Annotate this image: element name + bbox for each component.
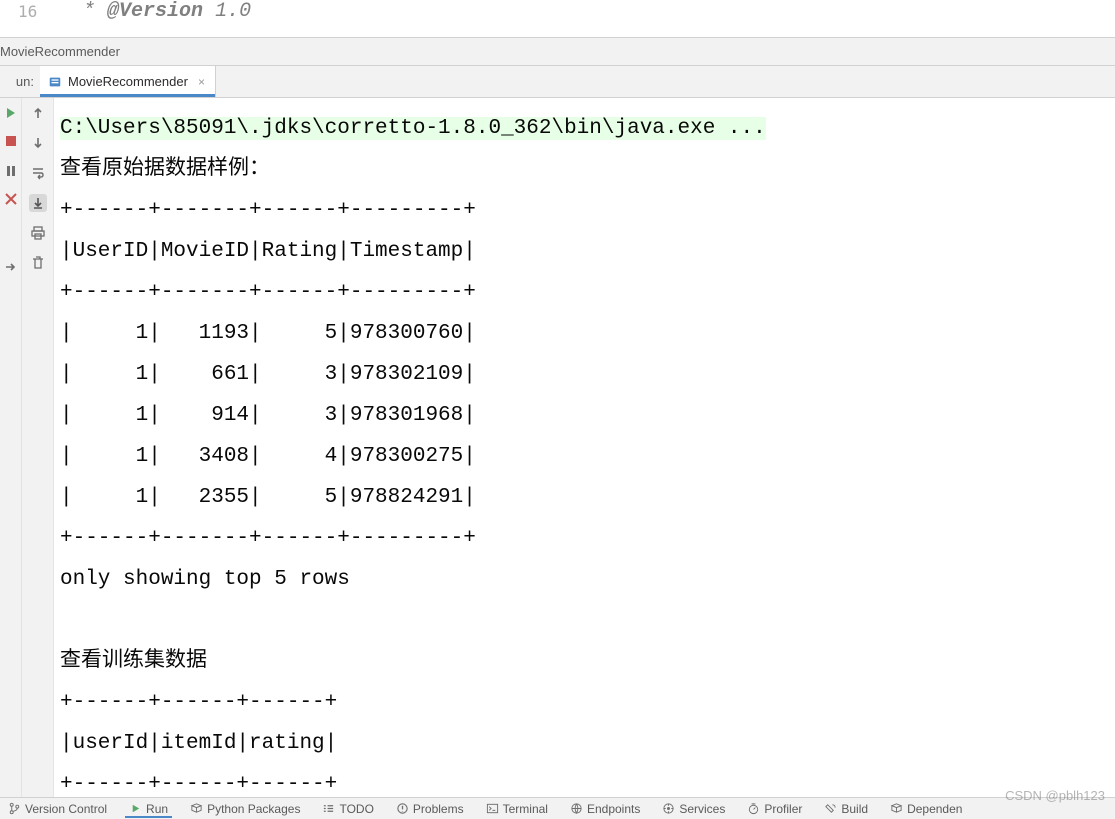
console-text: only showing top 5 rows — [60, 568, 350, 591]
command-line: C:\Users\85091\.jdks\corretto-1.8.0_362\… — [60, 117, 766, 140]
table-row: | 1| 661| 3|978302109| — [60, 363, 476, 386]
console-output[interactable]: C:\Users\85091\.jdks\corretto-1.8.0_362\… — [54, 98, 1115, 797]
breadcrumb-item[interactable]: MovieRecommender — [0, 44, 120, 59]
tab-services[interactable]: Services — [658, 802, 729, 816]
table-border: +------+------+------+ — [60, 691, 337, 714]
up-arrow-icon[interactable] — [29, 104, 47, 122]
bottom-tool-bar: Version Control Run Python Packages TODO… — [0, 797, 1115, 819]
table-row: | 1| 914| 3|978301968| — [60, 404, 476, 427]
play-icon — [129, 802, 142, 815]
tab-profiler[interactable]: Profiler — [743, 802, 806, 816]
endpoints-icon — [570, 802, 583, 815]
step-icon[interactable] — [2, 258, 20, 276]
tab-run[interactable]: Run — [125, 800, 172, 818]
tab-python-packages[interactable]: Python Packages — [186, 802, 304, 816]
stop-icon[interactable] — [2, 132, 20, 150]
watermark: CSDN @pblh123 — [1005, 788, 1105, 803]
tab-problems[interactable]: Problems — [392, 802, 468, 816]
services-icon — [662, 802, 675, 815]
run-tab[interactable]: MovieRecommender × — [40, 66, 216, 97]
terminal-icon — [486, 802, 499, 815]
branch-icon — [8, 802, 21, 815]
dependencies-icon — [890, 802, 903, 815]
console-toolbar — [22, 98, 54, 797]
packages-icon — [190, 802, 203, 815]
table-row: | 1| 2355| 5|978824291| — [60, 486, 476, 509]
line-number: 16 — [18, 0, 83, 21]
tab-todo[interactable]: TODO — [318, 802, 377, 816]
gutter-left — [0, 98, 22, 797]
table-header: |UserID|MovieID|Rating|Timestamp| — [60, 240, 476, 263]
soft-wrap-icon[interactable] — [29, 164, 47, 182]
tab-build[interactable]: Build — [820, 802, 872, 816]
run-tab-name: MovieRecommender — [68, 74, 188, 89]
editor-strip: 16 * @Version 1.0 — [0, 0, 1115, 38]
console-text: 查看原始据数据样例： — [60, 158, 270, 181]
table-border: +------+------+------+ — [60, 773, 337, 796]
tab-terminal[interactable]: Terminal — [482, 802, 552, 816]
run-toolwindow-body: C:\Users\85091\.jdks\corretto-1.8.0_362\… — [0, 98, 1115, 797]
table-row: | 1| 3408| 4|978300275| — [60, 445, 476, 468]
console-text: 查看训练集数据 — [60, 650, 207, 673]
tab-version-control[interactable]: Version Control — [4, 802, 111, 816]
tab-dependencies[interactable]: Dependen — [886, 802, 966, 816]
profiler-icon — [747, 802, 760, 815]
rerun-icon[interactable] — [2, 104, 20, 122]
table-border: +------+-------+------+---------+ — [60, 199, 476, 222]
close-icon[interactable]: × — [198, 75, 205, 89]
tab-endpoints[interactable]: Endpoints — [566, 802, 644, 816]
print-icon[interactable] — [29, 224, 47, 242]
exit-icon[interactable] — [2, 190, 20, 208]
doc-comment: * @Version 1.0 — [83, 0, 251, 23]
breadcrumb-bar: MovieRecommender — [0, 38, 1115, 66]
problems-icon — [396, 802, 409, 815]
table-row: | 1| 1193| 5|978300760| — [60, 322, 476, 345]
run-label: un: — [0, 74, 40, 89]
down-arrow-icon[interactable] — [29, 134, 47, 152]
table-header: |userId|itemId|rating| — [60, 732, 337, 755]
application-icon — [48, 75, 62, 89]
table-border: +------+-------+------+---------+ — [60, 527, 476, 550]
trash-icon[interactable] — [29, 254, 47, 272]
run-toolwindow-header: un: MovieRecommender × — [0, 66, 1115, 98]
scroll-to-end-icon[interactable] — [29, 194, 47, 212]
todo-icon — [322, 802, 335, 815]
pause-icon[interactable] — [2, 162, 20, 180]
table-border: +------+-------+------+---------+ — [60, 281, 476, 304]
build-icon — [824, 802, 837, 815]
